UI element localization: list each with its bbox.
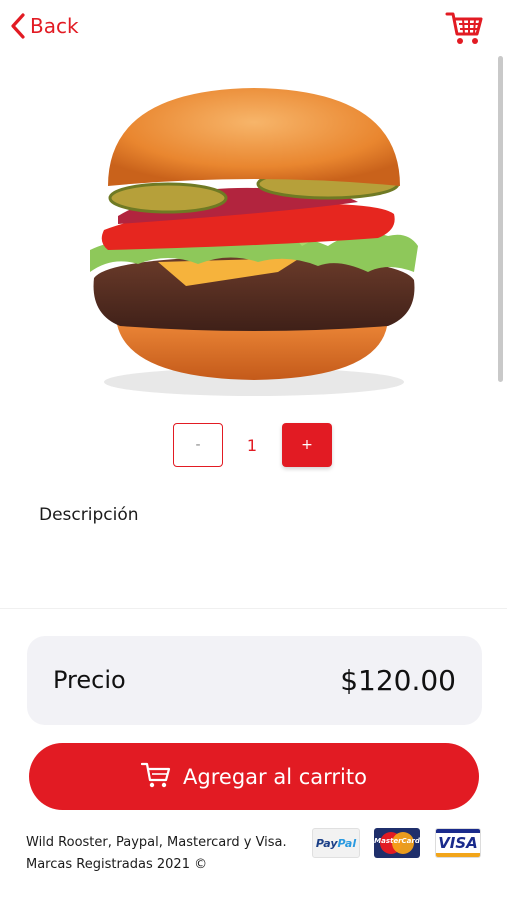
footer-legal: Wild Rooster, Paypal, Mastercard y Visa.… [26,832,287,876]
divider [0,608,507,609]
mastercard-logo-text: MasterCard [374,837,420,845]
quantity-value: 1 [246,435,258,455]
add-to-cart-label: Agregar al carrito [183,764,367,789]
paypal-logo: Pay Pal [312,828,360,858]
footer-line-2: Marcas Registradas 2021 © [26,857,208,872]
increase-quantity-button[interactable]: + [282,423,332,467]
price-value: $120.00 [340,664,456,697]
paypal-logo-text-b: Pal [337,836,357,850]
visa-bottom-stripe [436,853,480,857]
price-box: Precio $120.00 [27,636,482,725]
quantity-stepper: - 1 + [0,423,507,469]
add-to-cart-button[interactable]: Agregar al carrito [29,743,479,810]
mastercard-logo: MasterCard [374,828,420,858]
back-button[interactable]: Back [10,12,79,40]
visa-logo-text: VISA [438,834,478,852]
price-label: Precio [53,666,126,694]
shopping-cart-icon[interactable] [445,8,485,52]
scrollbar[interactable] [498,56,503,382]
paypal-logo-text-a: Pay [315,836,338,850]
top-bar: Back [0,0,507,56]
visa-logo: VISA [435,828,481,858]
footer-line-1: Wild Rooster, Paypal, Mastercard y Visa. [26,835,287,850]
decrease-quantity-button[interactable]: - [173,423,223,467]
back-label: Back [30,14,79,38]
chevron-left-icon [10,12,26,40]
hamburger-image [88,86,420,398]
shopping-cart-icon [140,761,183,793]
description-heading: Descripción [39,505,139,525]
